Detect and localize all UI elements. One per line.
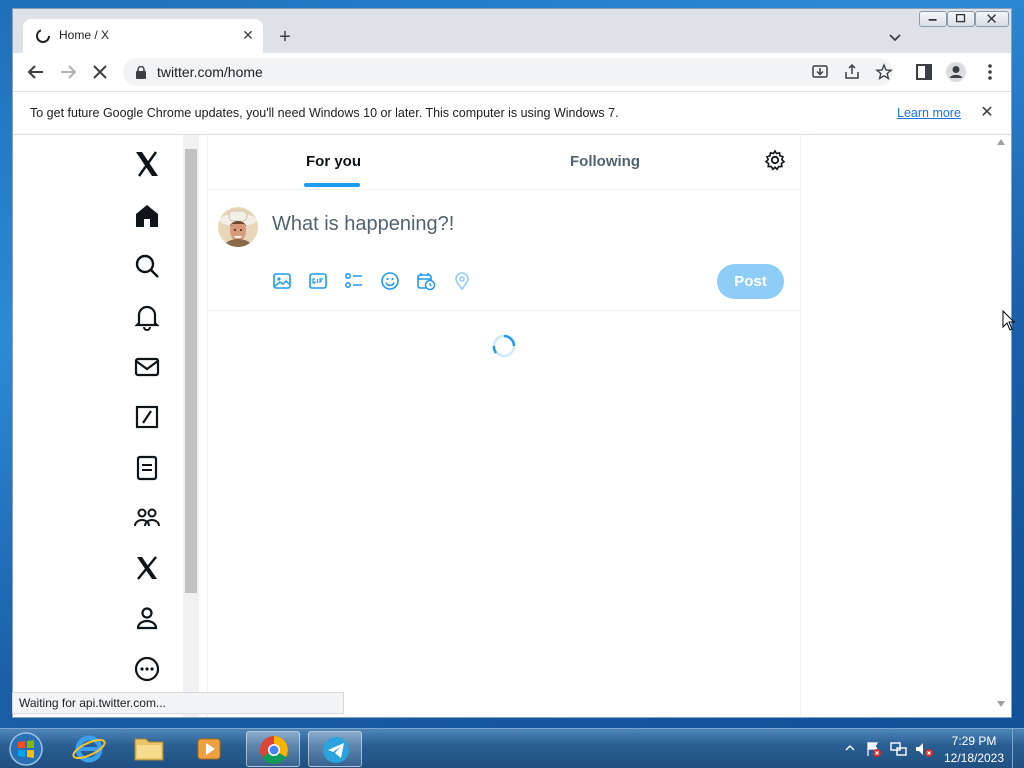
home-icon[interactable]: [132, 201, 162, 231]
show-desktop-button[interactable]: [1012, 729, 1024, 768]
schedule-icon[interactable]: [416, 271, 436, 291]
loading-spinner-icon: [492, 334, 516, 358]
tab-strip: Home / X ✕ +: [13, 9, 1011, 53]
window-close-button[interactable]: [975, 11, 1009, 27]
chrome-icon: [260, 736, 288, 764]
minimize-icon: [928, 19, 937, 21]
messages-icon[interactable]: [132, 352, 162, 382]
browser-toolbar: twitter.com/home: [13, 53, 1011, 91]
browser-tab[interactable]: Home / X ✕: [23, 19, 263, 53]
update-infobar: To get future Google Chrome updates, you…: [13, 91, 1011, 135]
address-bar[interactable]: twitter.com/home: [123, 58, 893, 86]
lock-icon[interactable]: [135, 66, 147, 79]
location-icon: [455, 272, 469, 291]
tab-search-chevron-icon[interactable]: [885, 27, 905, 47]
scroll-down-arrow-icon[interactable]: [997, 701, 1005, 707]
communities-icon[interactable]: [132, 503, 162, 533]
volume-muted-icon[interactable]: [914, 740, 934, 758]
network-icon[interactable]: [889, 740, 909, 758]
back-icon[interactable]: [25, 61, 47, 83]
avatar[interactable]: [218, 207, 258, 247]
learn-more-link[interactable]: Learn more: [897, 106, 961, 120]
tab-following[interactable]: Following: [570, 153, 640, 170]
taskbar-media-player[interactable]: [182, 731, 236, 767]
new-tab-button[interactable]: +: [273, 26, 297, 50]
url-text: twitter.com/home: [157, 64, 263, 80]
clock-time[interactable]: 7:29 PM: [944, 734, 1004, 748]
stop-loading-icon[interactable]: [89, 61, 111, 83]
internet-explorer-icon: [72, 735, 106, 763]
more-icon[interactable]: [132, 654, 162, 684]
page-scrollbar[interactable]: [993, 135, 1009, 717]
taskbar-chrome[interactable]: [246, 731, 300, 767]
minimize-button[interactable]: [919, 11, 947, 27]
profile-avatar-icon[interactable]: [945, 61, 967, 83]
compose-input[interactable]: What is happening?!: [272, 213, 454, 236]
profile-icon[interactable]: [132, 603, 162, 633]
scroll-up-arrow-icon[interactable]: [997, 139, 1005, 145]
page-viewport: For you Following What is happening?! Po…: [13, 135, 1011, 717]
search-icon[interactable]: [132, 251, 162, 281]
poll-icon[interactable]: [344, 271, 364, 291]
mouse-cursor-icon: [1002, 310, 1016, 331]
gif-icon[interactable]: [308, 271, 328, 291]
active-tab-indicator: [304, 183, 360, 187]
timeline-settings-icon[interactable]: [764, 149, 786, 171]
infobar-close-icon[interactable]: ✕: [977, 103, 997, 123]
bookmark-star-icon[interactable]: [875, 63, 893, 81]
sidebar-scrollbar[interactable]: [183, 135, 199, 717]
sidebar-scrollbar-thumb[interactable]: [185, 149, 197, 593]
telegram-icon: [323, 737, 349, 763]
taskbar: 7:29 PM 12/18/2023: [0, 728, 1024, 768]
status-bubble: Waiting for api.twitter.com...: [12, 692, 344, 714]
lists-icon[interactable]: [132, 453, 162, 483]
start-orb-icon[interactable]: [4, 730, 48, 768]
post-button[interactable]: Post: [717, 264, 784, 299]
loading-favicon-icon: [36, 29, 50, 43]
install-app-icon[interactable]: [811, 63, 829, 81]
x-logo-icon[interactable]: [132, 149, 162, 179]
premium-icon[interactable]: [132, 553, 162, 583]
emoji-icon[interactable]: [380, 271, 400, 291]
grok-icon[interactable]: [132, 402, 162, 432]
clock-date[interactable]: 12/18/2023: [940, 751, 1008, 765]
action-center-flag-icon[interactable]: [864, 740, 882, 758]
taskbar-internet-explorer[interactable]: [62, 731, 116, 767]
infobar-message: To get future Google Chrome updates, you…: [30, 106, 619, 120]
restore-icon: [955, 13, 966, 23]
forward-icon[interactable]: [57, 61, 79, 83]
user-avatar-image: [218, 207, 258, 247]
taskbar-file-explorer[interactable]: [122, 731, 176, 767]
restore-button[interactable]: [947, 11, 975, 27]
share-icon[interactable]: [843, 63, 861, 81]
compose-divider: [208, 310, 800, 311]
chrome-menu-icon[interactable]: [979, 61, 1001, 83]
tray-expand-icon[interactable]: [845, 743, 855, 753]
close-icon: [987, 14, 996, 23]
taskbar-telegram[interactable]: [308, 731, 362, 767]
tabs-divider: [208, 189, 800, 190]
folder-icon: [134, 738, 164, 761]
tab-title: Home / X: [59, 28, 110, 42]
notifications-icon[interactable]: [132, 302, 162, 332]
media-player-icon: [197, 738, 221, 760]
tab-close-icon[interactable]: ✕: [239, 26, 257, 44]
image-icon[interactable]: [272, 271, 292, 291]
tab-for-you[interactable]: For you: [306, 153, 361, 170]
side-panel-icon[interactable]: [913, 61, 935, 83]
chrome-window: Home / X ✕ + twitter.com/home To get fut…: [12, 8, 1012, 718]
main-timeline: For you Following What is happening?! Po…: [207, 135, 801, 717]
